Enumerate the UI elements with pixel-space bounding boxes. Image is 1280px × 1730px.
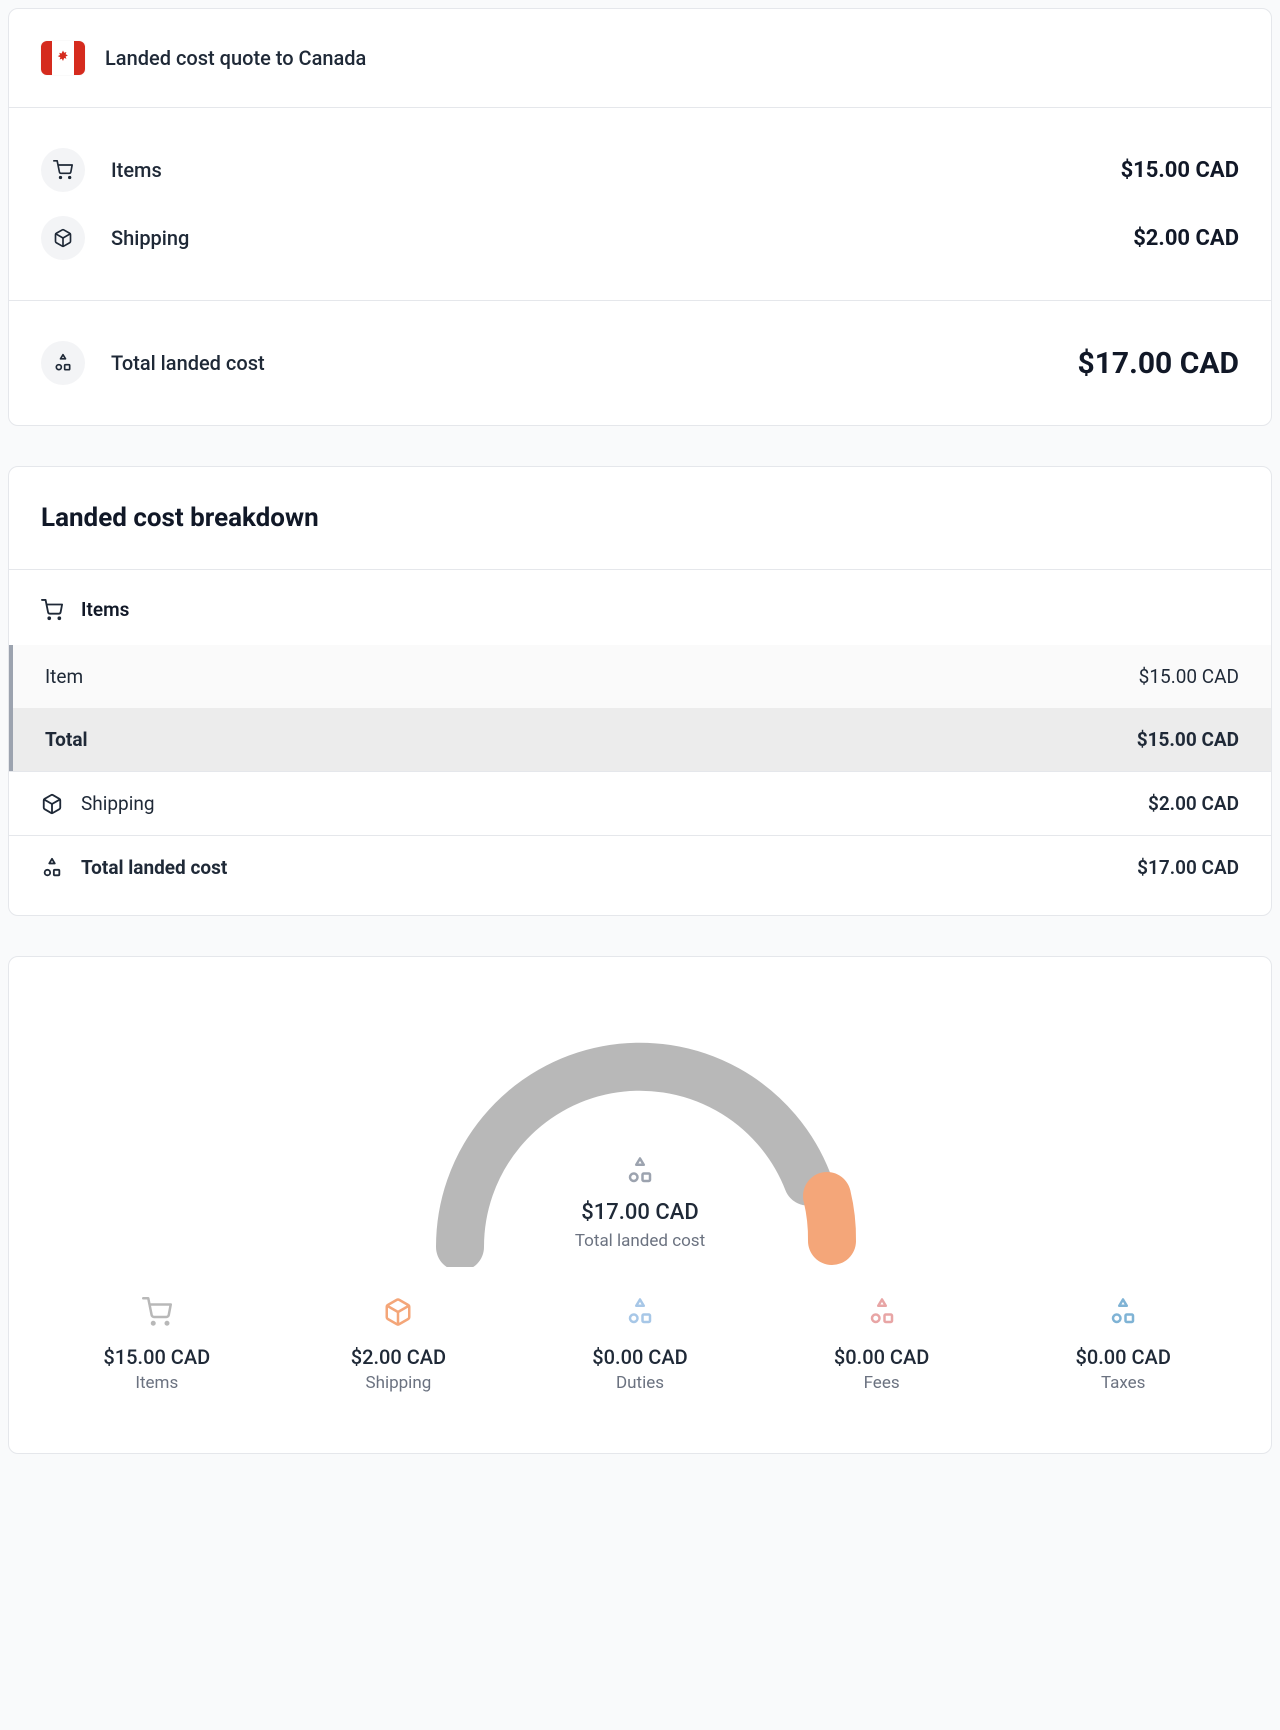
item-row-value: $15.00 CAD bbox=[1139, 665, 1239, 688]
breakdown-items-head: Items bbox=[9, 570, 1271, 645]
item-row-label: Item bbox=[45, 665, 83, 688]
breakdown-title: Landed cost breakdown bbox=[9, 467, 1271, 570]
legend-shipping: $2.00 CAD Shipping bbox=[283, 1297, 515, 1393]
quote-items-row: Items $15.00 CAD bbox=[41, 136, 1239, 204]
cart-icon bbox=[142, 1297, 172, 1327]
legend-fees-label: Fees bbox=[864, 1373, 900, 1393]
quote-card: Landed cost quote to Canada Items $15.00… bbox=[8, 8, 1272, 426]
items-total-value: $15.00 CAD bbox=[1137, 728, 1239, 751]
table-row: Total $15.00 CAD bbox=[9, 708, 1271, 771]
quote-header: Landed cost quote to Canada bbox=[9, 9, 1271, 108]
breakdown-landed-row: Total landed cost $17.00 CAD bbox=[9, 835, 1271, 915]
items-label: Items bbox=[111, 158, 162, 182]
quote-shipping-row: Shipping $2.00 CAD bbox=[41, 204, 1239, 272]
breakdown-items-label: Items bbox=[81, 598, 129, 621]
chart-card: $17.00 CAD Total landed cost $15.00 CAD … bbox=[8, 956, 1272, 1454]
items-total-label: Total bbox=[45, 728, 88, 751]
quote-title: Landed cost quote to Canada bbox=[105, 46, 366, 70]
legend-items-label: Items bbox=[135, 1373, 178, 1393]
gauge-svg bbox=[400, 1007, 880, 1267]
legend-duties: $0.00 CAD Duties bbox=[524, 1297, 756, 1393]
quote-total-row: Total landed cost $17.00 CAD bbox=[41, 329, 1239, 397]
legend-items-value: $15.00 CAD bbox=[103, 1345, 210, 1369]
box-icon bbox=[41, 793, 63, 815]
shapes-icon bbox=[41, 857, 63, 879]
items-value: $15.00 CAD bbox=[1121, 158, 1239, 183]
breakdown-landed-value: $17.00 CAD bbox=[1137, 856, 1239, 879]
breakdown-shipping-value: $2.00 CAD bbox=[1148, 792, 1239, 815]
breakdown-landed-label: Total landed cost bbox=[81, 856, 227, 879]
legend-shipping-value: $2.00 CAD bbox=[351, 1345, 446, 1369]
shipping-label: Shipping bbox=[111, 226, 189, 250]
shapes-icon bbox=[867, 1297, 897, 1327]
canada-flag-icon bbox=[41, 41, 85, 75]
legend-shipping-label: Shipping bbox=[366, 1373, 432, 1393]
quote-summary-rows: Items $15.00 CAD Shipping $2.00 CAD bbox=[9, 108, 1271, 301]
table-row: Item $15.00 CAD bbox=[9, 645, 1271, 708]
breakdown-item-rows: Item $15.00 CAD Total $15.00 CAD bbox=[9, 645, 1271, 771]
legend-duties-value: $0.00 CAD bbox=[592, 1345, 687, 1369]
legend-duties-label: Duties bbox=[616, 1373, 664, 1393]
quote-total-section: Total landed cost $17.00 CAD bbox=[9, 301, 1271, 425]
total-label: Total landed cost bbox=[111, 351, 265, 375]
legend-fees-value: $0.00 CAD bbox=[834, 1345, 929, 1369]
gauge-chart: $17.00 CAD Total landed cost $15.00 CAD … bbox=[9, 957, 1271, 1453]
box-icon bbox=[41, 216, 85, 260]
legend-items: $15.00 CAD Items bbox=[41, 1297, 273, 1393]
legend-taxes: $0.00 CAD Taxes bbox=[1007, 1297, 1239, 1393]
shipping-value: $2.00 CAD bbox=[1133, 226, 1239, 251]
shapes-icon bbox=[1108, 1297, 1138, 1327]
legend-taxes-value: $0.00 CAD bbox=[1076, 1345, 1171, 1369]
shapes-icon bbox=[625, 1297, 655, 1327]
breakdown-card: Landed cost breakdown Items Item $15.00 … bbox=[8, 466, 1272, 916]
breakdown-shipping-row: Shipping $2.00 CAD bbox=[9, 771, 1271, 835]
legend-fees: $0.00 CAD Fees bbox=[766, 1297, 998, 1393]
cart-icon bbox=[41, 599, 63, 621]
breakdown-shipping-label: Shipping bbox=[81, 792, 155, 815]
legend-taxes-label: Taxes bbox=[1101, 1373, 1146, 1393]
box-icon bbox=[383, 1297, 413, 1327]
cart-icon bbox=[41, 148, 85, 192]
shapes-icon bbox=[41, 341, 85, 385]
total-value: $17.00 CAD bbox=[1078, 346, 1240, 381]
chart-legend: $15.00 CAD Items $2.00 CAD Shipping $0.0… bbox=[41, 1297, 1239, 1393]
